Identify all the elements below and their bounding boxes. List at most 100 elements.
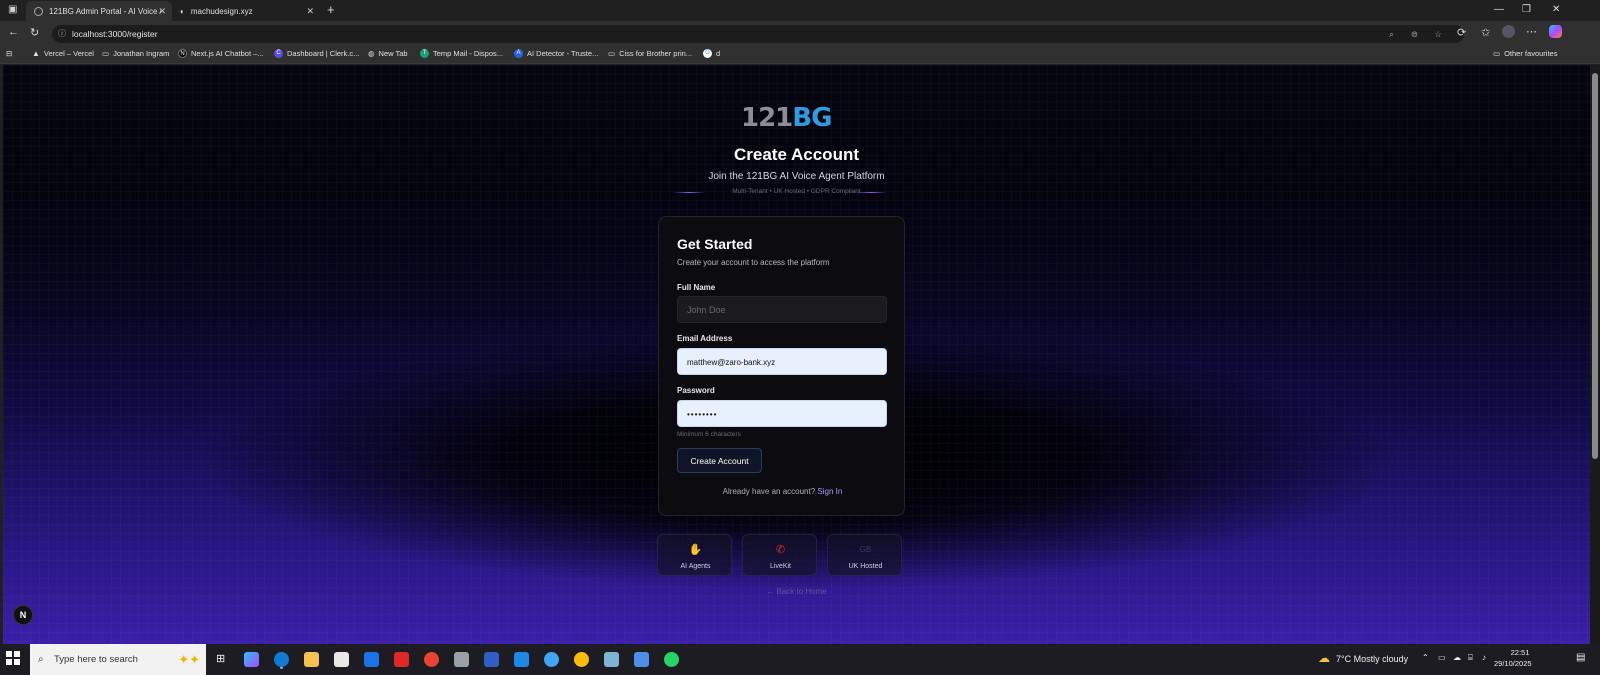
start-button[interactable] (6, 651, 20, 665)
restore-icon[interactable]: ❐ (1522, 4, 1531, 15)
brand-logo: 121BG (741, 103, 832, 133)
close-window-icon[interactable]: ✕ (1552, 4, 1560, 15)
volume-icon[interactable]: ♪ (1482, 653, 1486, 662)
feature-ai-agents: ✋ AI Agents (657, 534, 732, 576)
notifications-icon[interactable]: ▤ (1576, 652, 1585, 663)
search-icon: ⌕ (38, 654, 44, 665)
mail-icon[interactable] (364, 652, 379, 667)
bookmark-jonathan-ingram[interactable]: ▭ Jonathan Ingram (102, 49, 169, 58)
chrome-icon[interactable] (424, 652, 439, 667)
page-title: Create Account (733, 145, 859, 164)
gb-flag-icon: GB (859, 545, 872, 554)
youtube-icon[interactable] (394, 652, 409, 667)
battery-icon[interactable]: ▭ (1438, 653, 1446, 662)
detector-icon: A (514, 49, 523, 58)
folder-icon: ▭ (102, 49, 110, 58)
full-name-input[interactable]: John Doe (677, 296, 887, 323)
chrome-profile-icon[interactable] (574, 652, 589, 667)
bookmark-vercel[interactable]: ▲ Vercel – Vercel (32, 49, 94, 58)
edge-taskbar-icon[interactable] (274, 652, 289, 667)
google-icon: G (703, 49, 712, 58)
password-label: Password (677, 386, 715, 395)
feature-label: LiveKit (769, 563, 791, 570)
nextjs-dev-badge[interactable]: N (13, 605, 33, 625)
feature-label: UK Hosted (848, 563, 883, 570)
store-icon[interactable] (334, 652, 349, 667)
close-tab-icon[interactable]: ✕ (306, 6, 314, 17)
powershell-icon[interactable] (484, 652, 499, 667)
clock-time[interactable]: 22:51 (1501, 648, 1539, 657)
clerk-icon: C (274, 49, 283, 58)
search-highlight-icon: ✦✦ (178, 652, 200, 667)
email-label: Email Address (677, 334, 733, 343)
bookmark-clerk-dashboard[interactable]: C Dashboard | Clerk.c... (274, 49, 359, 58)
reading-mode-icon[interactable]: ⊜ (1411, 25, 1418, 43)
browser-tab-bar: ▣ 121BG Admin Portal - AI Voice A ✕ ◐ ma… (0, 0, 1600, 21)
app-icon[interactable] (454, 652, 469, 667)
profile-avatar[interactable] (1502, 25, 1515, 38)
bookmark-new-tab[interactable]: ◍ New Tab (368, 49, 408, 58)
password-hint: Minimum 6 characters (677, 431, 741, 438)
address-bar-row: ← ↻ ⓘ localhost:3000/register ⌕ ⊜ ☆ ⟳ ✩ … (0, 21, 1600, 46)
app-icon[interactable] (634, 652, 649, 667)
tab-machudesign[interactable]: ◐ machudesign.xyz ✕ (172, 1, 320, 21)
bookmark-nextjs-chatbot[interactable]: N Next.js AI Chatbot –... (178, 49, 264, 58)
more-menu-icon[interactable]: ⋯ (1526, 25, 1537, 38)
tab-title: machudesign.xyz (190, 6, 253, 16)
globe-icon: ◍ (368, 49, 375, 58)
info-icon[interactable]: ⓘ (58, 25, 66, 43)
onedrive-icon[interactable]: ☁ (1453, 653, 1461, 662)
site-icon: ◐ (180, 6, 185, 16)
card-description: Create your account to access the platfo… (677, 258, 830, 267)
url-field[interactable]: ⓘ localhost:3000/register ⌕ ⊜ ☆ (52, 25, 1464, 43)
password-input[interactable]: •••••••• (677, 400, 887, 427)
app-icon[interactable] (544, 652, 559, 667)
copilot-taskbar-icon[interactable] (244, 652, 259, 667)
bookmark-ai-detector[interactable]: A AI Detector - Truste... (514, 49, 598, 58)
weather-text[interactable]: 7°C Mostly cloudy (1336, 654, 1408, 664)
collections-icon[interactable]: ⊟ (6, 49, 12, 58)
tempmail-icon: T (420, 49, 429, 58)
url-text: localhost:3000/register (72, 29, 158, 39)
favorite-star-icon[interactable]: ☆ (1434, 25, 1442, 43)
favorites-icon[interactable]: ✩ (1481, 26, 1490, 39)
minimize-icon[interactable]: — (1494, 4, 1504, 15)
notes-icon[interactable] (604, 652, 619, 667)
refresh-icon[interactable]: ↻ (30, 26, 39, 39)
search-placeholder: Type here to search (54, 654, 138, 665)
page-scrollbar[interactable] (1590, 65, 1600, 644)
signin-row: Already have an account? Sign In (659, 487, 906, 496)
create-account-button[interactable]: Create Account (677, 448, 762, 473)
network-icon[interactable]: ⌸ (1468, 653, 1473, 663)
file-explorer-icon[interactable] (304, 652, 319, 667)
weather-icon[interactable]: ☁ (1318, 651, 1330, 665)
folder-icon: ▭ (1493, 49, 1501, 58)
signin-link[interactable]: Sign In (817, 487, 842, 496)
clock-date[interactable]: 29/10/2025 (1494, 659, 1532, 668)
vscode-icon[interactable] (514, 652, 529, 667)
new-tab-button[interactable]: + (327, 2, 335, 17)
feature-label: AI Agents (680, 563, 711, 570)
copilot-icon[interactable] (1549, 25, 1562, 38)
zoom-icon[interactable]: ⌕ (1389, 25, 1394, 43)
divider-line (855, 192, 887, 193)
vercel-icon: ▲ (32, 49, 40, 58)
taskbar-search-box[interactable]: ⌕ Type here to search ✦✦ (30, 644, 206, 675)
other-favourites[interactable]: ▭ Other favourites (1493, 49, 1557, 58)
task-view-icon[interactable]: ⊞ (216, 652, 225, 665)
back-icon[interactable]: ← (8, 26, 19, 38)
close-tab-icon[interactable]: ✕ (158, 6, 166, 17)
tab-admin-portal[interactable]: 121BG Admin Portal - AI Voice A ✕ (26, 1, 172, 21)
bookmark-d[interactable]: Gd (703, 49, 720, 58)
whatsapp-icon[interactable] (664, 652, 679, 667)
back-to-home-link[interactable]: ← Back to Home (3, 587, 1590, 596)
sync-icon[interactable]: ⟳ (1457, 26, 1466, 39)
bookmark-ciss-brother[interactable]: ▭ Ciss for Brother prin... (608, 49, 692, 58)
scrollbar-thumb[interactable] (1592, 73, 1598, 459)
email-input[interactable]: matthew@zaro-bank.xyz (677, 348, 887, 375)
bookmark-temp-mail[interactable]: T Temp Mail - Dispos... (420, 49, 503, 58)
show-hidden-icons[interactable]: ⌃ (1422, 653, 1429, 662)
nextjs-icon: N (178, 49, 187, 58)
page-subtitle: Join the 121BG AI Voice Agent Platform (708, 171, 885, 182)
sidebar-toggle-icon[interactable]: ▣ (8, 4, 17, 15)
